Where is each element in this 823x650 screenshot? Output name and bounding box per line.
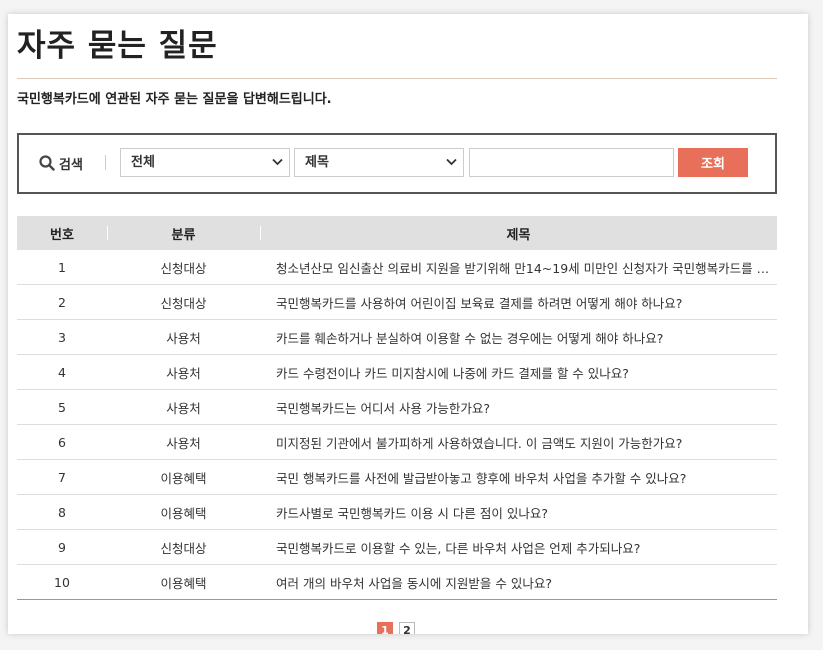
- search-button[interactable]: 조회: [678, 148, 748, 177]
- row-number: 10: [17, 564, 107, 600]
- title-divider: [17, 78, 777, 79]
- table-row[interactable]: 3 사용처 카드를 훼손하거나 분실하여 이용할 수 없는 경우에는 어떻게 해…: [17, 319, 777, 355]
- table-row[interactable]: 9 신청대상 국민행복카드로 이용할 수 있는, 다른 바우처 사업은 언제 추…: [17, 529, 777, 565]
- search-label-text: 검색: [59, 157, 83, 173]
- table-row[interactable]: 2 신청대상 국민행복카드를 사용하여 어린이집 보육료 결제를 하려면 어떻게…: [17, 284, 777, 320]
- column-header-category: 분류: [107, 216, 260, 250]
- row-category: 이용혜택: [107, 459, 260, 495]
- page-button-1[interactable]: 1: [377, 622, 393, 634]
- row-subject-link[interactable]: 카드를 훼손하거나 분실하여 이용할 수 없는 경우에는 어떻게 해야 하나요?: [260, 319, 777, 355]
- faq-table: 번호 분류 제목 1 신청대상 청소년산모 임신출산 의료비 지원을 받기위해 …: [17, 216, 777, 600]
- table-row[interactable]: 4 사용처 카드 수령전이나 카드 미지참시에 나중에 카드 결제를 할 수 있…: [17, 354, 777, 390]
- row-category: 신청대상: [107, 529, 260, 565]
- column-header-number: 번호: [17, 216, 107, 250]
- row-category: 이용혜택: [107, 494, 260, 530]
- row-subject-link[interactable]: 카드 수령전이나 카드 미지참시에 나중에 카드 결제를 할 수 있나요?: [260, 354, 777, 390]
- column-header-subject: 제목: [260, 216, 777, 250]
- row-subject-link[interactable]: 국민 행복카드를 사전에 발급받아놓고 향후에 바우처 사업을 추가할 수 있나…: [260, 459, 777, 495]
- pagination: 1 2: [377, 622, 415, 634]
- chevron-down-icon: [272, 158, 283, 166]
- faq-panel: 자주 묻는 질문 국민행복카드에 연관된 자주 묻는 질문을 답변해드립니다. …: [8, 14, 808, 634]
- row-category: 사용처: [107, 424, 260, 460]
- search-icon: [39, 155, 55, 171]
- row-category: 신청대상: [107, 250, 260, 285]
- row-number: 2: [17, 284, 107, 320]
- row-number: 1: [17, 250, 107, 285]
- page-title: 자주 묻는 질문: [17, 28, 218, 64]
- category-select-value: 전체: [131, 155, 155, 170]
- table-row[interactable]: 5 사용처 국민행복카드는 어디서 사용 가능한가요?: [17, 389, 777, 425]
- row-subject-link[interactable]: 국민행복카드를 사용하여 어린이집 보육료 결제를 하려면 어떻게 해야 하나요…: [260, 284, 777, 320]
- row-number: 9: [17, 529, 107, 565]
- row-category: 사용처: [107, 319, 260, 355]
- row-number: 4: [17, 354, 107, 390]
- page-button-2[interactable]: 2: [399, 622, 415, 634]
- chevron-down-icon: [446, 158, 457, 166]
- table-row[interactable]: 8 이용혜택 카드사별로 국민행복카드 이용 시 다른 점이 있나요?: [17, 494, 777, 530]
- search-input[interactable]: [469, 148, 674, 177]
- search-field-select-value: 제목: [305, 155, 329, 170]
- category-select[interactable]: 전체: [120, 148, 290, 177]
- row-category: 이용혜택: [107, 564, 260, 600]
- table-row[interactable]: 1 신청대상 청소년산모 임신출산 의료비 지원을 받기위해 만14~19세 미…: [17, 250, 777, 285]
- row-category: 신청대상: [107, 284, 260, 320]
- row-subject-link[interactable]: 카드사별로 국민행복카드 이용 시 다른 점이 있나요?: [260, 494, 777, 530]
- row-subject-link[interactable]: 국민행복카드는 어디서 사용 가능한가요?: [260, 389, 777, 425]
- row-subject-link[interactable]: 국민행복카드로 이용할 수 있는, 다른 바우처 사업은 언제 추가되나요?: [260, 529, 777, 565]
- table-row[interactable]: 6 사용처 미지정된 기관에서 불가피하게 사용하였습니다. 이 금액도 지원이…: [17, 424, 777, 460]
- table-header-row: 번호 분류 제목: [17, 216, 777, 250]
- row-number: 7: [17, 459, 107, 495]
- table-row[interactable]: 7 이용혜택 국민 행복카드를 사전에 발급받아놓고 향후에 바우처 사업을 추…: [17, 459, 777, 495]
- row-number: 5: [17, 389, 107, 425]
- row-category: 사용처: [107, 389, 260, 425]
- row-subject-link[interactable]: 미지정된 기관에서 불가피하게 사용하였습니다. 이 금액도 지원이 가능한가요…: [260, 424, 777, 460]
- row-number: 8: [17, 494, 107, 530]
- row-number: 6: [17, 424, 107, 460]
- page-subtitle: 국민행복카드에 연관된 자주 묻는 질문을 답변해드립니다.: [17, 92, 332, 107]
- row-number: 3: [17, 319, 107, 355]
- table-row[interactable]: 10 이용혜택 여러 개의 바우처 사업을 동시에 지원받을 수 있나요?: [17, 564, 777, 600]
- row-subject-link[interactable]: 여러 개의 바우처 사업을 동시에 지원받을 수 있나요?: [260, 564, 777, 600]
- row-category: 사용처: [107, 354, 260, 390]
- search-field-select[interactable]: 제목: [294, 148, 464, 177]
- search-box: 검색 전체 제목 조회: [17, 133, 777, 194]
- search-label: 검색: [39, 154, 83, 173]
- search-divider: [105, 155, 106, 170]
- row-subject-link[interactable]: 청소년산모 임신출산 의료비 지원을 받기위해 만14~19세 미만인 신청자가…: [260, 250, 777, 285]
